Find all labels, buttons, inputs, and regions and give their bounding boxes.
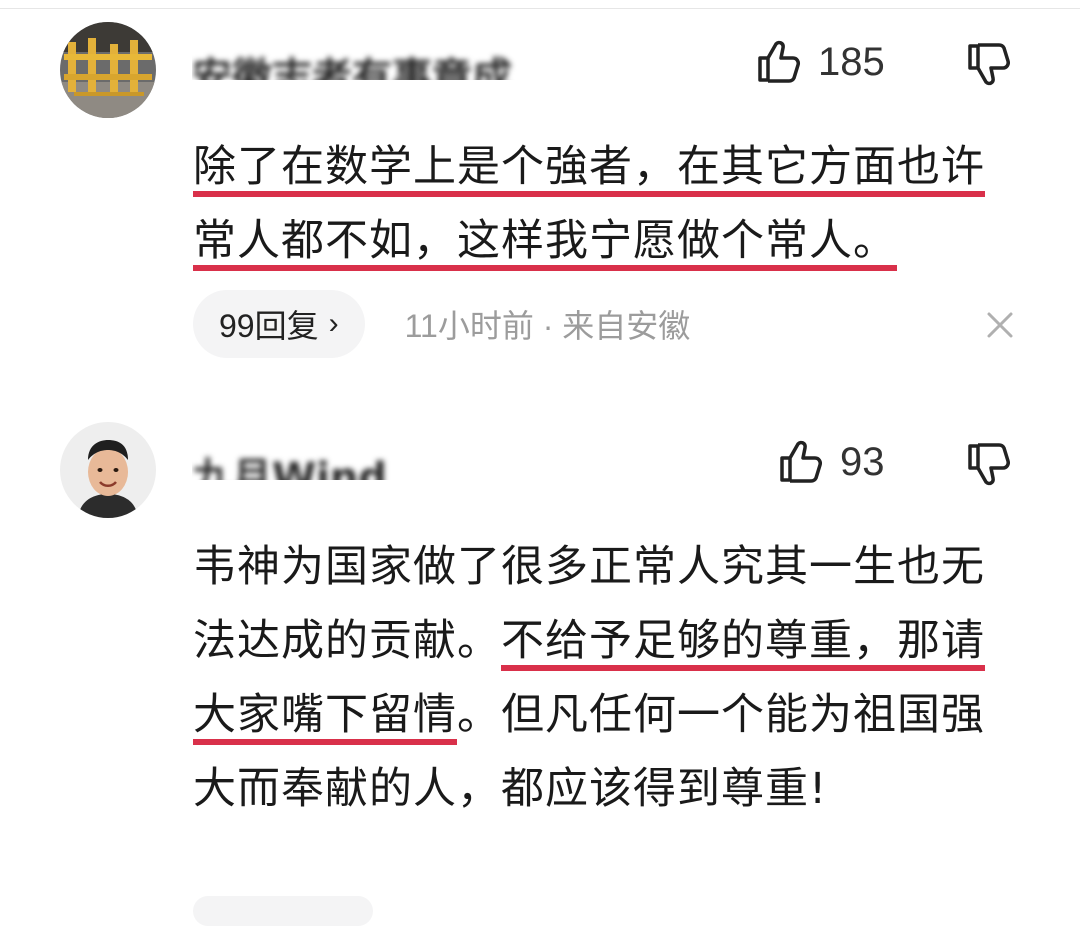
reply-label: 99回复 — [219, 308, 319, 344]
comment-text: 除了在数学上是个強者，在其它方面也许常人都不如，这样我宁愿做个常人。 — [193, 130, 1013, 278]
like-count: 185 — [818, 39, 885, 84]
avatar[interactable] — [60, 22, 156, 118]
thumbs-down-icon — [968, 443, 1010, 486]
avatar[interactable] — [60, 422, 156, 518]
comment-text: 韦神为国家做了很多正常人究其一生也无法达成的贡献。不给予足够的尊重，那请大家嘴下… — [193, 542, 985, 814]
like-count: 93 — [840, 439, 885, 484]
username[interactable]: 安徽志者有事竟成 — [192, 50, 532, 80]
reply-button[interactable] — [193, 896, 373, 926]
chevron-right-icon: › — [328, 307, 339, 340]
like-button[interactable]: 185 — [756, 38, 885, 86]
highlighted-text: 除了在数学上是个強者，在其它方面也许常人都不如，这样我宁愿做个常人。 — [193, 142, 985, 266]
thumbs-up-icon — [758, 40, 800, 83]
comment-meta: 99回复 › 11小时前 · 来自安徽 — [193, 290, 690, 358]
username[interactable]: 九月Wind — [192, 450, 392, 480]
timestamp-location: 11小时前 · 来自安徽 — [404, 308, 691, 344]
close-icon[interactable] — [985, 310, 1015, 340]
highlighted-text: 不给予足够的尊重， — [501, 616, 897, 666]
thumbs-down-icon — [968, 43, 1010, 86]
dislike-button[interactable] — [966, 40, 1014, 88]
dislike-button[interactable] — [966, 440, 1014, 488]
top-divider — [0, 8, 1080, 9]
reply-button[interactable]: 99回复 › — [193, 290, 365, 358]
thumbs-up-icon — [780, 440, 822, 483]
like-button[interactable]: 93 — [778, 438, 885, 486]
